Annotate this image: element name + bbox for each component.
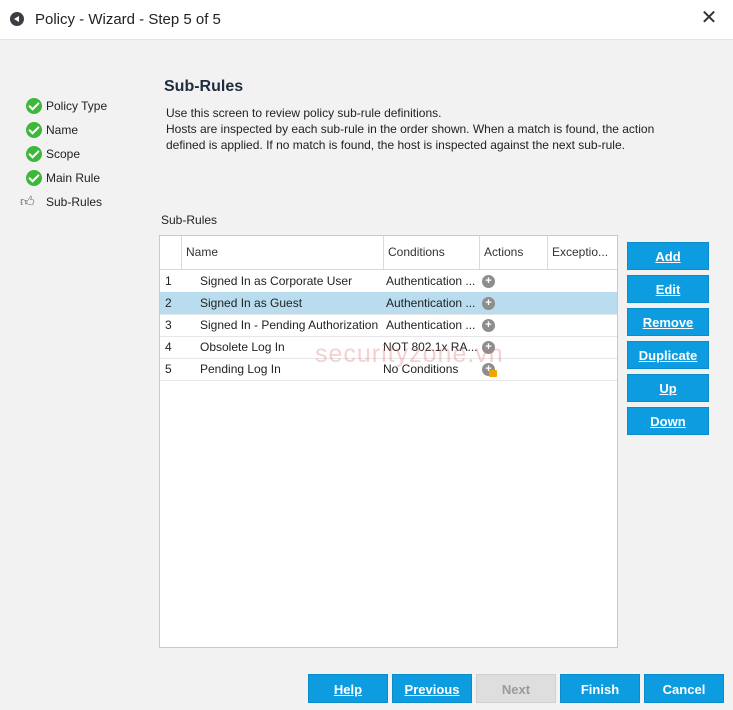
step-sub-rules: 👍︎ Sub-Rules — [20, 193, 107, 217]
row-name: Signed In as Guest — [200, 296, 303, 310]
row-number: 3 — [165, 318, 172, 332]
check-icon — [26, 146, 42, 162]
step-label: Name — [46, 123, 79, 137]
page-title: Sub-Rules — [164, 78, 244, 95]
row-conditions: Authentication ... — [386, 296, 476, 310]
description-line: defined is applied. If no match is found… — [166, 138, 625, 152]
edit-button[interactable]: Edit — [627, 275, 709, 303]
lock-icon — [489, 370, 497, 377]
check-icon — [26, 122, 42, 138]
column-header-conditions[interactable]: Conditions — [384, 236, 480, 269]
step-name: Name — [20, 121, 107, 145]
description-line: Use this screen to review policy sub-rul… — [166, 106, 442, 120]
previous-button-label: Previous — [404, 682, 460, 697]
remove-button[interactable]: Remove — [627, 308, 709, 336]
window-title: Policy - Wizard - Step 5 of 5 — [35, 11, 221, 28]
next-button[interactable]: Next — [476, 674, 556, 703]
description-line: Hosts are inspected by each sub-rule in … — [166, 122, 655, 136]
add-button-label: Add — [655, 249, 681, 264]
app-icon — [10, 12, 24, 26]
cancel-button[interactable]: Cancel — [644, 674, 724, 703]
remove-button-label: Remove — [642, 315, 694, 330]
step-scope: Scope — [20, 145, 107, 169]
row-name: Signed In - Pending Authorization — [200, 318, 379, 332]
cancel-button-label: Cancel — [662, 682, 706, 697]
sub-rules-label: Sub-Rules — [161, 213, 218, 227]
down-button[interactable]: Down — [627, 407, 709, 435]
help-button[interactable]: Help — [308, 674, 388, 703]
thumbs-up-icon: 👍︎ — [20, 193, 35, 209]
title-bar: Policy - Wizard - Step 5 of 5 ✕ — [0, 0, 733, 40]
column-header-name[interactable]: Name — [182, 236, 384, 269]
row-name: Pending Log In — [200, 362, 281, 376]
next-button-label: Next — [501, 682, 531, 697]
table-row[interactable]: 3 Signed In - Pending Authorization Auth… — [160, 314, 617, 337]
action-icon: + — [482, 319, 495, 332]
help-button-label: Help — [333, 682, 363, 697]
sub-rules-table: Name Conditions Actions Exceptio... 1 Si… — [159, 235, 618, 648]
down-button-label: Down — [650, 414, 686, 429]
row-name: Signed In as Corporate User — [200, 274, 353, 288]
row-number: 2 — [165, 296, 172, 310]
row-conditions: Authentication ... — [386, 274, 476, 288]
step-label: Main Rule — [46, 171, 101, 185]
row-name: Obsolete Log In — [200, 340, 285, 354]
up-button-label: Up — [659, 381, 677, 396]
table-row[interactable]: 2 Signed In as Guest Authentication ... … — [160, 292, 617, 315]
wizard-steps: Policy Type Name Scope Main Rule 👍︎ Sub-R… — [20, 97, 107, 217]
table-row[interactable]: 1 Signed In as Corporate User Authentica… — [160, 270, 617, 293]
action-icon: + — [482, 275, 495, 288]
step-label: Scope — [46, 147, 81, 161]
watermark: securityzone.vn — [315, 340, 504, 368]
column-header-number — [160, 236, 182, 269]
row-number: 4 — [165, 340, 172, 354]
action-icon: + — [482, 297, 495, 310]
check-icon — [26, 98, 42, 114]
previous-button[interactable]: Previous — [392, 674, 472, 703]
row-number: 1 — [165, 274, 172, 288]
finish-button[interactable]: Finish — [560, 674, 640, 703]
edit-button-label: Edit — [655, 282, 681, 297]
step-label: Policy Type — [46, 99, 108, 113]
add-button[interactable]: Add — [627, 242, 709, 270]
column-header-actions[interactable]: Actions — [480, 236, 548, 269]
column-header-exceptions[interactable]: Exceptio... — [548, 236, 617, 269]
description: Use this screen to review policy sub-rul… — [166, 105, 706, 153]
duplicate-button-label: Duplicate — [638, 348, 698, 363]
row-conditions: Authentication ... — [386, 318, 476, 332]
step-label: Sub-Rules — [46, 195, 103, 209]
up-button[interactable]: Up — [627, 374, 709, 402]
step-policy-type: Policy Type — [20, 97, 107, 121]
duplicate-button[interactable]: Duplicate — [627, 341, 709, 369]
check-icon — [26, 170, 42, 186]
row-number: 5 — [165, 362, 172, 376]
finish-button-label: Finish — [580, 682, 620, 697]
close-icon[interactable]: ✕ — [699, 8, 719, 28]
table-header: Name Conditions Actions Exceptio... — [160, 236, 617, 270]
step-main-rule: Main Rule — [20, 169, 107, 193]
